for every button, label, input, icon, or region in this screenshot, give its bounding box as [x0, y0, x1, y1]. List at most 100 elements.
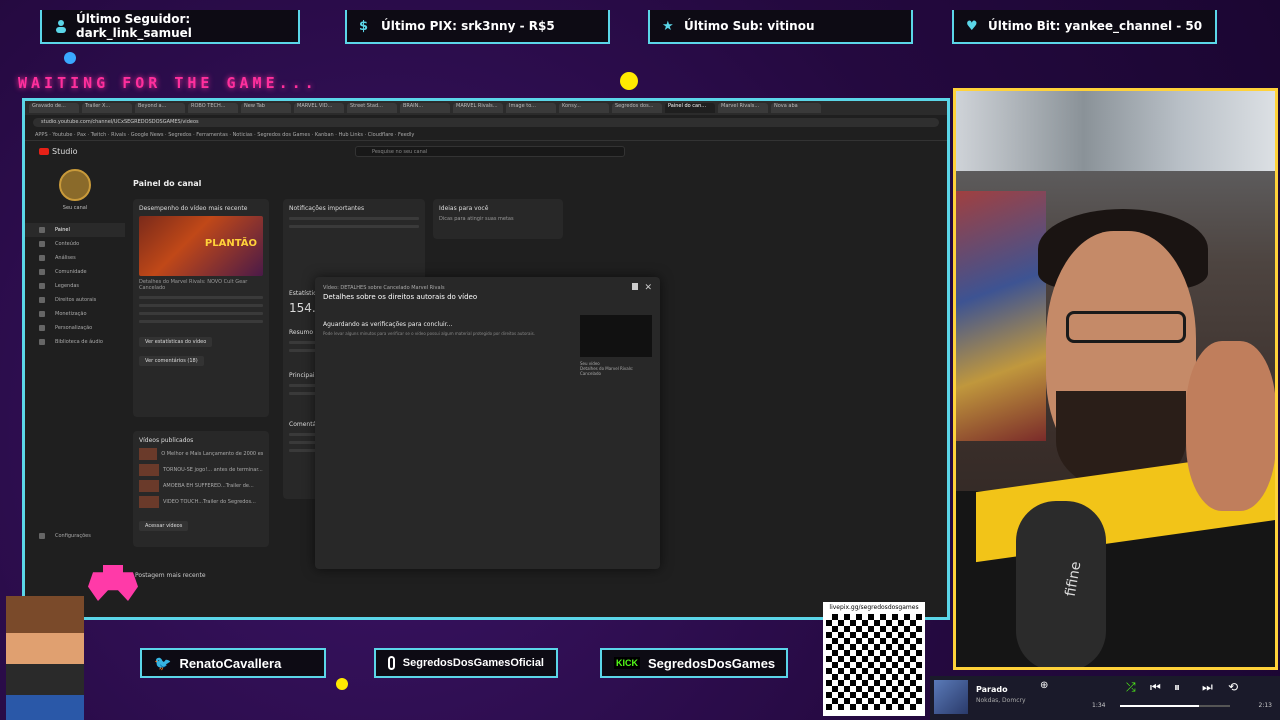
browser-tab[interactable]: Trailer X...: [82, 103, 132, 113]
comments-button[interactable]: Ver comentários (18): [139, 356, 204, 366]
dialog-wait-text: Aguardando as verificações para concluir…: [323, 321, 453, 328]
sidebar-item-audio[interactable]: Biblioteca de áudio: [25, 335, 125, 349]
notifications-heading: Notificações importantes: [289, 205, 365, 212]
waiting-text: WAITING FOR THE GAME...: [18, 74, 318, 92]
instagram-bar: SegredosDosGamesOficial: [374, 648, 558, 678]
last-pix-label: Último PIX: srk3nny - R$5: [381, 19, 555, 33]
ideas-heading: Ideias para você: [439, 205, 489, 212]
last-sub-bar: ★ Último Sub: vitinou: [648, 10, 913, 44]
studio-logo[interactable]: Studio: [39, 147, 77, 156]
browser-tab[interactable]: New Tab: [241, 103, 291, 113]
browser-tab[interactable]: MARVEL Rivals...: [453, 103, 503, 113]
browser-tab[interactable]: Nova aba: [771, 103, 821, 113]
sidebar-item-comunidade[interactable]: Comunidade: [25, 265, 125, 279]
browser-tab[interactable]: Image to...: [506, 103, 556, 113]
shuffle-icon[interactable]: ⤮: [1126, 680, 1136, 695]
album-art: [934, 680, 968, 714]
browser-tab[interactable]: Segredos dos...: [612, 103, 662, 113]
star-icon: ★: [662, 19, 674, 34]
browser-tab[interactable]: Konsy...: [559, 103, 609, 113]
last-bit-label: Último Bit: yankee_channel - 50: [988, 19, 1203, 33]
instagram-icon: [388, 656, 395, 670]
last-bit-bar: ♥ Último Bit: yankee_channel - 50: [952, 10, 1217, 44]
next-icon[interactable]: ⏭: [1202, 680, 1213, 695]
video-preview[interactable]: [580, 315, 652, 357]
last-follower-label: Último Seguidor: dark_link_samuel: [76, 12, 192, 40]
sidebar-item-conteudo[interactable]: Conteúdo: [25, 237, 125, 251]
dollar-icon: $: [359, 19, 369, 34]
qr-code: [826, 614, 922, 710]
url-field[interactable]: studio.youtube.com/channel/UCxSEGREDOSDO…: [33, 117, 939, 127]
progress-bar[interactable]: [1120, 705, 1230, 707]
kick-icon: KICK: [614, 657, 640, 669]
stats-button[interactable]: Ver estatísticas do vídeo: [139, 337, 213, 347]
ideas-card: Ideias para você Dicas para atingir suas…: [433, 199, 563, 239]
dialog-description: Pode levar alguns minutos para verificar…: [323, 331, 535, 336]
sidebar-item-personalizacao[interactable]: Personalização: [25, 321, 125, 335]
last-pix-bar: $ Último PIX: srk3nny - R$5: [345, 10, 610, 44]
song-title: Parado: [976, 685, 1008, 694]
video-caption: Detalhes do Marvel Rivals: NOVO Cult Gea…: [139, 279, 248, 291]
twitter-icon: 🐦: [154, 654, 172, 671]
elapsed-time: 1:34: [1092, 702, 1106, 709]
instagram-handle: SegredosDosGamesOficial: [402, 657, 544, 669]
browser-tab-active[interactable]: Painel do can...: [665, 103, 715, 113]
browser-tab[interactable]: ROBO TECH...: [188, 103, 238, 113]
last-sub-label: Último Sub: vitinou: [684, 19, 815, 33]
ideas-sub: Dicas para atingir suas metas: [439, 216, 514, 222]
channel-name: Seu canal: [62, 205, 88, 211]
pacman-dot: [336, 678, 348, 690]
studio-header: Studio Pesquise no seu canal: [25, 141, 947, 161]
pause-icon[interactable]: ⏸: [1174, 680, 1180, 695]
dialog-subtitle: Vídeo: DETALHES sobre Cancelado Marvel R…: [323, 285, 445, 291]
list-item[interactable]: O Melhor e Mais Lançamento de 2000 está.…: [139, 448, 263, 460]
sidebar-item-analises[interactable]: Análises: [25, 251, 125, 265]
sidebar-item-settings[interactable]: Configurações: [25, 529, 125, 543]
repeat-icon[interactable]: ⟲: [1228, 680, 1238, 694]
song-artist: Nokdas, Domcry: [976, 697, 1026, 704]
pixel-character: [6, 596, 84, 720]
pacman-icon: [620, 72, 638, 90]
close-icon[interactable]: ✕: [644, 283, 652, 293]
microphone: [1016, 501, 1106, 667]
latest-video-heading: Desempenho do vídeo mais recente: [139, 205, 248, 212]
qr-code-box: livepix.gg/segredosdosgames: [823, 602, 925, 716]
flag-icon[interactable]: [632, 283, 638, 290]
browser-tab[interactable]: Beyond a...: [135, 103, 185, 113]
sidebar-item-monetizacao[interactable]: Monetização: [25, 307, 125, 321]
diamond-icon: ♥: [966, 19, 978, 34]
browser-tab[interactable]: Gravado de...: [29, 103, 79, 113]
published-videos-card: Vídeos publicados O Melhor e Mais Lançam…: [133, 431, 269, 547]
browser-tabs: Gravado de... Trailer X... Beyond a... R…: [25, 101, 947, 115]
browser-tab[interactable]: Street Stad...: [347, 103, 397, 113]
twitter-handle: RenatoCavallera: [179, 655, 282, 671]
video-thumbnail[interactable]: PLANTÃO: [139, 216, 263, 276]
published-heading: Vídeos publicados: [139, 437, 194, 444]
sidebar-item-direitos[interactable]: Direitos autorais: [25, 293, 125, 307]
copyright-dialog: Vídeo: DETALHES sobre Cancelado Marvel R…: [315, 277, 660, 569]
sidebar-item-legendas[interactable]: Legendas: [25, 279, 125, 293]
last-follower-bar: Último Seguidor: dark_link_samuel: [40, 10, 300, 44]
address-bar: studio.youtube.com/channel/UCxSEGREDOSDO…: [25, 115, 947, 129]
sidebar-item-painel[interactable]: Painel: [25, 223, 125, 237]
youtube-icon: [39, 147, 49, 155]
post-heading: Postagem mais recente: [135, 572, 206, 579]
kick-handle: SegredosDosGames: [648, 655, 776, 671]
webcam-feed: fifine: [953, 88, 1278, 670]
channel-avatar[interactable]: [59, 169, 91, 201]
youtube-studio: Studio Pesquise no seu canal Seu canal P…: [25, 141, 947, 617]
list-item[interactable]: TORNOU-SE jogo!... antes de terminar...: [139, 464, 263, 476]
browser-tab[interactable]: Marvel Rivals...: [718, 103, 768, 113]
blue-dot-decoration: [64, 52, 76, 64]
see-videos-button[interactable]: Acessar vídeos: [139, 521, 189, 531]
previous-icon[interactable]: ⏮: [1150, 680, 1161, 695]
dialog-title: Detalhes sobre os direitos autorais do v…: [323, 293, 478, 301]
browser-tab[interactable]: BRAIN...: [400, 103, 450, 113]
bookmarks-bar[interactable]: APPS · Youtube · Pax · Twitch · Rivals ·…: [25, 129, 947, 141]
list-item[interactable]: AMOEBA EH SUFFERED...Trailer de...: [139, 480, 263, 492]
studio-logo-label: Studio: [52, 146, 78, 156]
browser-tab[interactable]: MARVEL VID...: [294, 103, 344, 113]
list-item[interactable]: VÍDEO TOUCH...Trailer do Segredos...: [139, 496, 263, 508]
add-icon[interactable]: ⊕: [1040, 680, 1048, 691]
studio-search-input[interactable]: Pesquise no seu canal: [355, 146, 625, 157]
